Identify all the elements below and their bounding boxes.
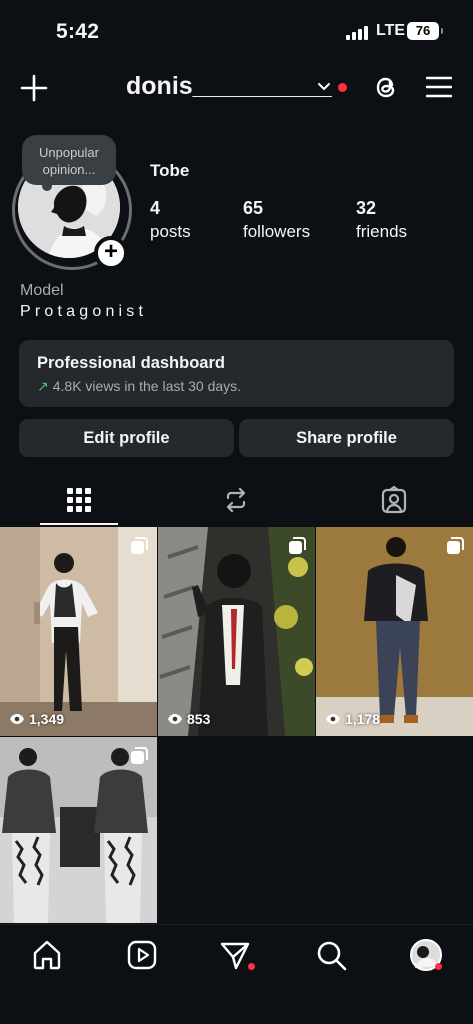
username[interactable]: donis__________ [126,72,332,101]
add-story-button[interactable]: + [94,236,128,270]
stat-value: 65 [243,198,264,218]
profile-notification-dot [435,963,442,970]
stat-followers[interactable]: 65 followers [243,198,310,242]
post-thumbnail[interactable]: 1,349 [0,527,157,736]
post-image [158,527,315,736]
stat-posts[interactable]: 4 posts [150,198,191,242]
multiple-images-icon [289,537,306,554]
post-image [0,527,157,736]
grid-icon [67,488,91,512]
status-bar: 5:42 LTE 76 [0,0,473,62]
view-count-text: 1,349 [29,711,65,727]
view-count-text: 853 [187,711,211,727]
stat-label: friends [356,222,408,241]
battery-icon: 76 [407,22,443,40]
trend-up-icon: ↗ [37,378,49,394]
post-thumbnail[interactable] [0,737,157,923]
account-notification-dot [338,83,347,92]
messages-notification-dot [248,963,255,970]
profile-header: donis__________ [0,62,473,116]
edit-profile-button[interactable]: Edit profile [19,419,234,457]
view-count-text: 1,178 [345,711,381,727]
eye-icon [326,714,340,724]
chevron-down-icon[interactable] [316,81,332,93]
profile-bio: Protagonist [20,303,148,320]
status-time: 5:42 [56,20,100,43]
view-count: 1,349 [9,711,64,727]
eye-icon [10,714,24,724]
professional-dashboard-card[interactable]: Professional dashboard ↗ 4.8K views in th… [19,340,454,407]
messages-icon[interactable] [218,938,252,972]
threads-icon[interactable] [371,72,401,102]
share-profile-button[interactable]: Share profile [239,419,454,457]
dashboard-subtitle-text: 4.8K views in the last 30 days. [52,378,242,394]
view-count: 853 [167,711,210,727]
view-count: 1,178 [325,711,380,727]
tagged-icon [381,486,407,514]
profile-category: Model [20,282,64,299]
stat-label: followers [243,222,311,241]
stat-friends[interactable]: 32 friends [356,198,407,242]
network-label: LTE [376,22,406,39]
tab-tagged[interactable] [316,476,473,526]
stat-value: 4 [150,198,161,218]
tab-posts[interactable] [0,476,157,526]
signal-icon [346,26,370,40]
reposts-icon [226,487,246,513]
dashboard-subtitle: ↗ 4.8K views in the last 30 days. [37,378,436,395]
multiple-images-icon [131,747,148,764]
profile-tabs [0,476,473,526]
menu-icon[interactable] [426,76,452,98]
multiple-images-icon [131,537,148,554]
reels-icon[interactable] [125,938,159,972]
note-bubble[interactable]: Unpopular opinion... [22,135,116,191]
stat-label: posts [150,222,191,241]
display-name: Tobe [150,161,190,180]
bottom-navigation [0,924,473,1024]
search-icon[interactable] [314,938,348,972]
post-thumbnail[interactable]: 1,178 [316,527,473,736]
tab-reposts[interactable] [158,476,315,526]
multiple-images-icon [447,537,464,554]
active-tab-indicator [40,523,118,525]
home-icon[interactable] [30,938,64,972]
stat-value: 32 [356,198,377,218]
dashboard-title: Professional dashboard [37,354,225,372]
post-image [316,527,473,736]
post-thumbnail[interactable]: 853 [158,527,315,736]
eye-icon [168,714,182,724]
plus-icon[interactable] [20,74,48,102]
